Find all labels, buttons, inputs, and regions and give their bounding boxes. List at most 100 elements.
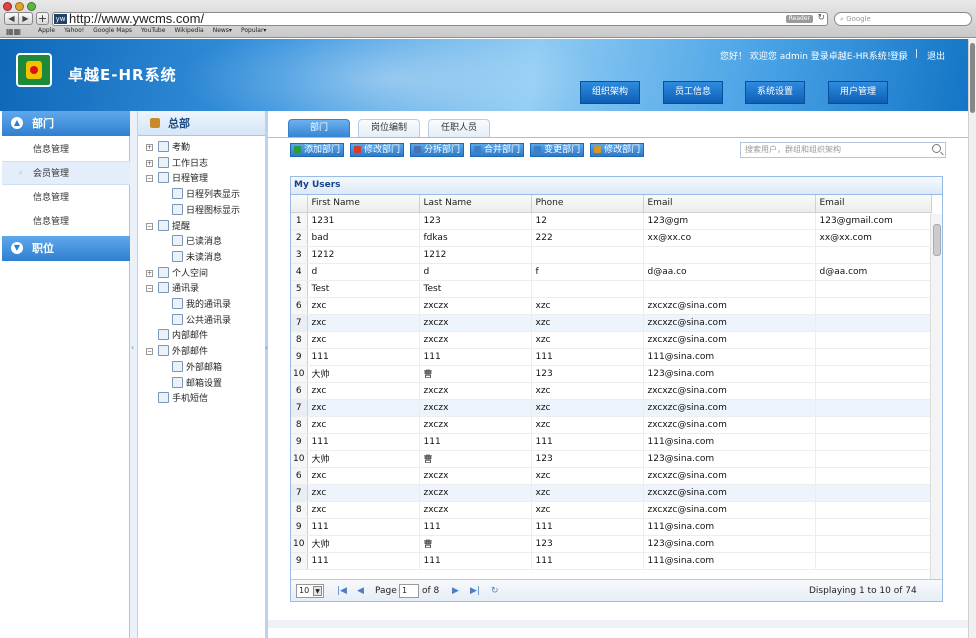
table-row[interactable]: 6 zxc zxczx xzc zxcxzc@sina.com [291,297,932,315]
column-header[interactable]: Email [643,195,816,213]
expand-toggle-icon[interactable]: − [146,175,153,183]
nav-button-org[interactable]: 组织架构 [580,81,640,104]
tree-node[interactable]: 我的通讯录 [172,297,231,313]
login-link[interactable]: 登录 [890,49,908,62]
tree-node[interactable]: 内部邮件 [158,328,208,344]
back-forward-buttons[interactable]: ◀ ▶ [4,12,33,25]
add-tab-button[interactable]: + [36,12,49,25]
bookmark-link[interactable]: Yahoo! [64,27,84,34]
page-scrollbar-thumb[interactable] [970,43,975,113]
browser-search-input[interactable]: ⌕ Google [834,12,972,26]
section-header-dept[interactable]: ▲ 部门 [2,111,130,136]
dropdown-arrow-icon[interactable]: ▼ [313,586,322,596]
grid-scrollbar[interactable] [930,214,942,580]
bookmark-link[interactable]: Popular▾ [241,27,267,34]
bookmark-link[interactable]: Wikipedia [174,27,203,34]
left-item-info[interactable]: 信息管理 [2,210,130,234]
bookmark-link[interactable]: Google Maps [93,27,132,34]
tab-0[interactable]: 部门 [288,119,350,137]
table-row[interactable]: 5 Test Test [291,280,932,298]
tree-node[interactable]: 外部邮件 [158,344,208,360]
table-row[interactable]: 9 111 111 111 111@sina.com [291,433,932,451]
nav-button-staff[interactable]: 员工信息 [663,81,723,104]
tree-node[interactable]: 个人空间 [158,266,208,282]
page-size-select[interactable]: 10 ▼ [296,584,324,598]
search-icon[interactable] [932,144,941,153]
expand-toggle-icon[interactable]: − [146,222,153,230]
table-row[interactable]: 7 zxc zxczx xzc zxcxzc@sina.com [291,484,932,502]
table-row[interactable]: 9 111 111 111 111@sina.com [291,552,932,570]
collapse-left-icon[interactable]: ‹ [131,343,134,352]
bookmark-link[interactable]: News▾ [213,27,232,34]
tree-node[interactable]: 邮箱设置 [172,376,222,392]
address-bar[interactable]: yw http://www.ywcms.com/ Reader ↻ [52,11,828,26]
expand-toggle-icon[interactable]: + [146,144,153,151]
page-scrollbar[interactable] [968,39,976,638]
next-page-icon[interactable]: ▶ [452,580,459,601]
column-header[interactable] [291,195,308,213]
toolbar-button[interactable]: 变更部门 [530,143,585,157]
column-header[interactable]: First Name [307,195,420,213]
table-row[interactable]: 10 大帅曹 123 123@sina.com [291,535,932,553]
section-header-position[interactable]: ▼ 职位 [2,236,130,261]
table-row[interactable]: 6 zxc zxczx xzc zxcxzc@sina.com [291,467,932,485]
table-row[interactable]: 4 d d f d@aa.co d@aa.com [291,263,932,281]
table-row[interactable]: 10 大帅曹 123 123@sina.com [291,365,932,383]
tree-node[interactable]: 外部邮箱 [172,360,222,376]
toolbar-button[interactable]: 修改部门 [590,143,645,157]
left-item-members[interactable]: ◦ 会员管理 [2,161,130,185]
bookmark-link[interactable]: YouTube [141,27,165,34]
forward-arrow-icon[interactable]: ▶ [19,13,32,24]
table-row[interactable]: 8 zxc zxczx xzc zxcxzc@sina.com [291,501,932,519]
back-arrow-icon[interactable]: ◀ [5,13,19,24]
expand-toggle-icon[interactable]: + [146,159,153,167]
expand-toggle-icon[interactable]: − [146,285,153,293]
prev-page-icon[interactable]: ◀ [357,580,364,601]
org-search-input[interactable]: 搜索用户，群组和组织架构 [740,142,946,158]
table-row[interactable]: 9 111 111 111 111@sina.com [291,348,932,366]
tree-node[interactable]: 已读消息 [172,234,222,250]
table-row[interactable]: 8 zxc zxczx xzc zxcxzc@sina.com [291,331,932,349]
tab-2[interactable]: 任职人员 [428,119,490,137]
table-row[interactable]: 8 zxc zxczx xzc zxcxzc@sina.com [291,416,932,434]
zoom-window-button[interactable] [27,2,36,11]
tab-1[interactable]: 岗位编制 [358,119,420,137]
toolbar-button[interactable]: 修改部门 [350,143,405,157]
logout-link[interactable]: 退出 [927,49,945,62]
reader-button[interactable]: Reader [785,15,813,23]
left-item-info[interactable]: 信息管理 [2,186,130,210]
table-row[interactable]: 7 zxc zxczx xzc zxcxzc@sina.com [291,399,932,417]
bookmarks-grid-icon[interactable]: ▦▦ [6,27,21,36]
column-header[interactable]: Email [815,195,932,213]
tree-node[interactable]: 公共通讯录 [172,313,231,329]
tree-node[interactable]: 工作日志 [158,156,208,172]
tree-node[interactable]: 未读消息 [172,250,222,266]
grid-scrollbar-thumb[interactable] [933,224,941,256]
table-row[interactable]: 7 zxc zxczx xzc zxcxzc@sina.com [291,314,932,332]
left-item-info[interactable]: 信息管理 [2,138,130,162]
table-row[interactable]: 2 bad fdkas 222 xx@xx.co xx@xx.com [291,229,932,247]
nav-button-users[interactable]: 用户管理 [828,81,888,104]
table-row[interactable]: 3 1212 1212 [291,246,932,264]
toolbar-button[interactable]: 添加部门 [290,143,345,157]
table-row[interactable]: 10 大帅曹 123 123@sina.com [291,450,932,468]
nav-button-settings[interactable]: 系统设置 [745,81,805,104]
toolbar-button[interactable]: 分拆部门 [410,143,465,157]
tree-node[interactable]: 通讯录 [158,281,199,297]
last-page-icon[interactable]: ▶| [470,580,480,601]
expand-toggle-icon[interactable]: − [146,348,153,356]
bookmark-link[interactable]: Apple [38,27,55,34]
tree-node[interactable]: 手机短信 [158,391,208,407]
reload-icon[interactable]: ↻ [817,13,825,23]
url-text[interactable]: http://www.ywcms.com/ [69,11,204,26]
tree-node[interactable]: 考勤 [158,140,190,156]
refresh-icon[interactable]: ↻ [491,580,499,601]
minimize-window-button[interactable] [15,2,24,11]
close-window-button[interactable] [3,2,12,11]
table-row[interactable]: 9 111 111 111 111@sina.com [291,518,932,536]
column-header[interactable]: Last Name [419,195,532,213]
left-splitter[interactable]: ‹ [130,111,138,638]
first-page-icon[interactable]: |◀ [337,580,347,601]
main-hscrollbar[interactable] [268,620,968,628]
tree-node[interactable]: 日程列表显示 [172,187,240,203]
